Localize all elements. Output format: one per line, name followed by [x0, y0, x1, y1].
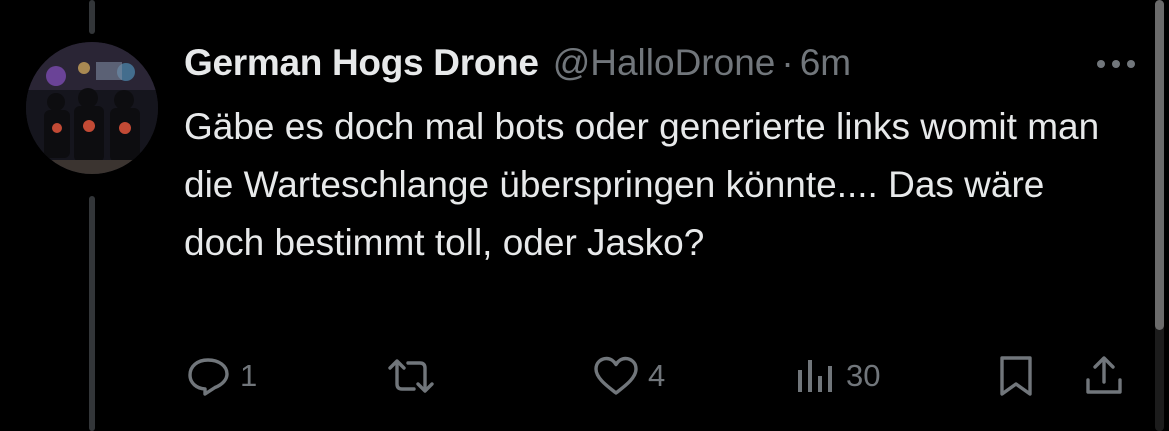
heart-icon — [594, 356, 638, 395]
more-horizontal-icon — [1097, 60, 1135, 68]
retweet-button[interactable] — [384, 346, 438, 406]
like-button[interactable]: 4 — [592, 346, 665, 406]
share-button[interactable] — [1082, 346, 1126, 406]
bookmark-button[interactable] — [996, 346, 1036, 406]
reply-button[interactable]: 1 — [186, 346, 257, 406]
bookmark-icon — [1000, 356, 1032, 396]
like-count: 4 — [648, 358, 666, 393]
more-button[interactable] — [1090, 50, 1142, 78]
scrollbar-thumb[interactable] — [1155, 0, 1164, 330]
views-icon — [798, 360, 832, 392]
reply-icon — [188, 358, 229, 396]
reply-count: 1 — [240, 358, 258, 393]
share-icon — [1086, 356, 1122, 394]
tweet-header: German Hogs Drone @HalloDrone · 6m — [184, 40, 851, 86]
separator-dot: · — [781, 42, 794, 83]
thread-line-top — [89, 0, 95, 34]
views-button[interactable]: 30 — [794, 346, 880, 406]
user-handle[interactable]: @HalloDrone — [553, 42, 776, 84]
action-bar: 1 4 30 — [0, 346, 1169, 406]
display-name[interactable]: German Hogs Drone — [184, 42, 539, 84]
scrollbar[interactable] — [1155, 0, 1164, 431]
views-count: 30 — [846, 358, 881, 393]
tweet-text: Gäbe es doch mal bots oder generierte li… — [184, 106, 1110, 263]
avatar[interactable] — [26, 42, 158, 174]
retweet-icon — [388, 359, 434, 393]
timestamp[interactable]: 6m — [800, 42, 851, 84]
avatar-image — [26, 42, 158, 174]
